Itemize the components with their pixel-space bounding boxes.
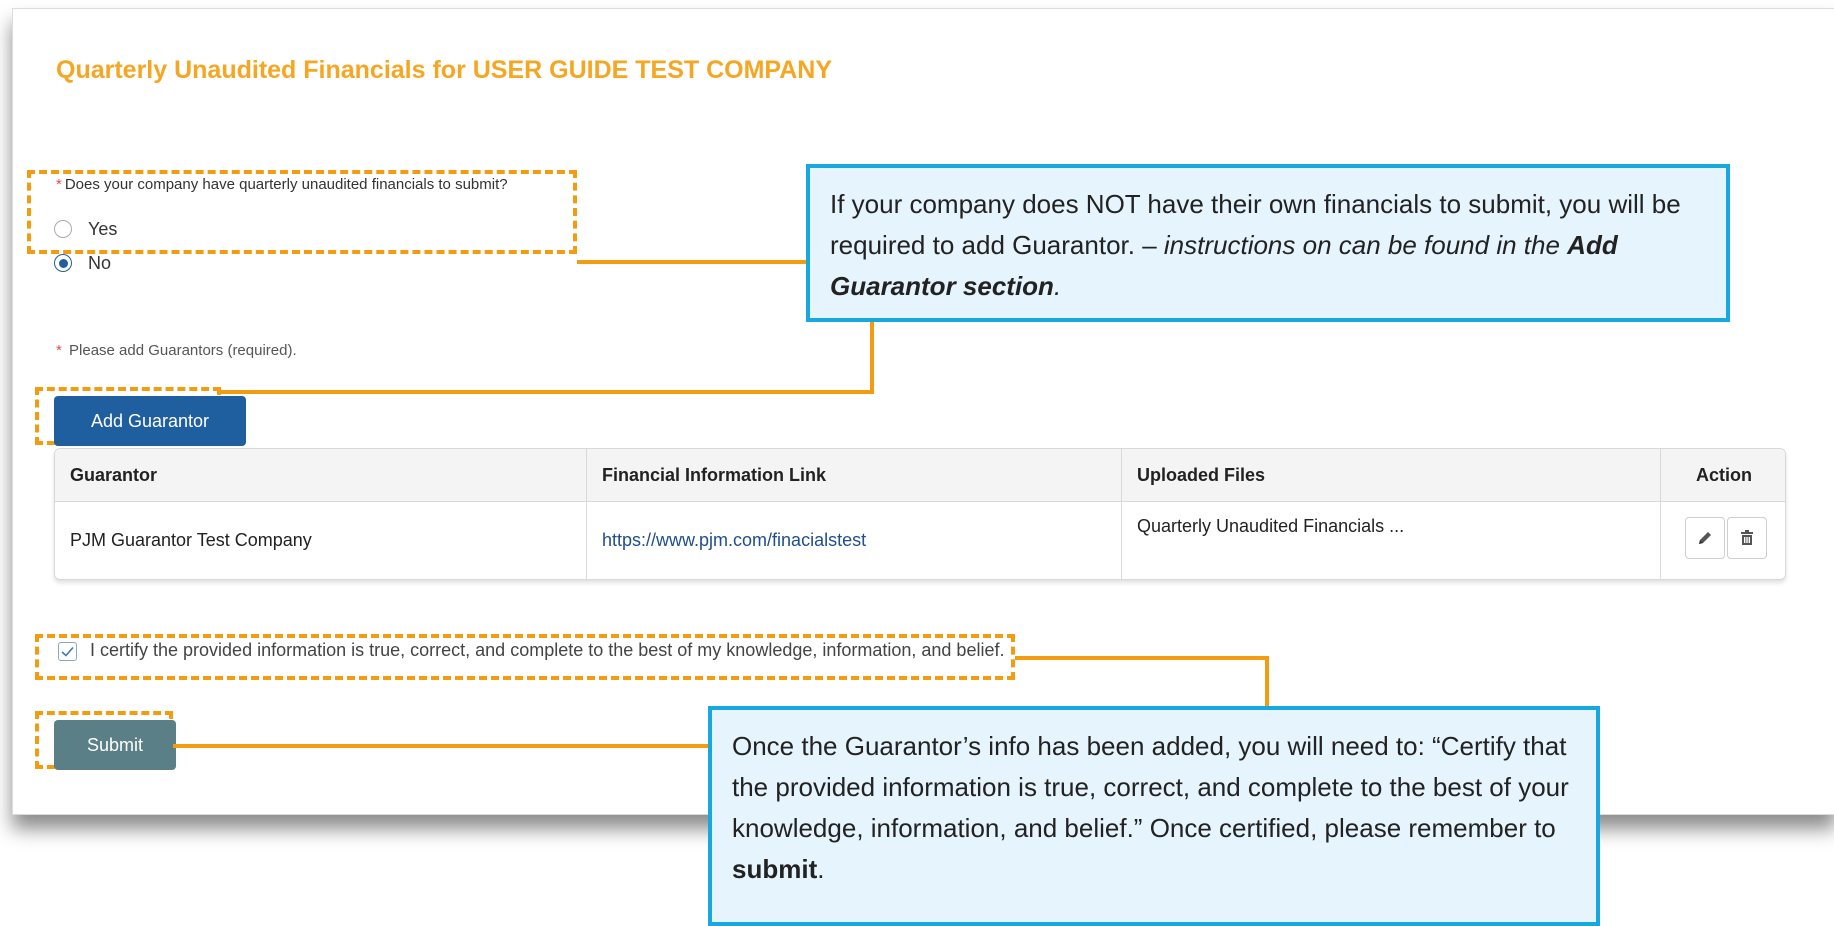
callout-italic-text: instructions on can be found in the	[1163, 230, 1568, 260]
guarantor-required-note: * Please add Guarantors (required).	[56, 342, 297, 359]
pencil-icon	[1699, 532, 1711, 544]
callout-add-guarantor: If your company does NOT have their own …	[806, 164, 1730, 322]
required-mark: *	[56, 342, 62, 359]
add-guarantor-button[interactable]: Add Guarantor	[54, 396, 246, 446]
certify-checkbox[interactable]	[58, 642, 77, 661]
table-header	[55, 449, 1785, 502]
guarantor-required-text: Please add Guarantors (required).	[69, 342, 297, 359]
radio-yes-label: Yes	[88, 218, 118, 239]
form-panel	[12, 8, 1834, 815]
financials-question: * Does your company have quarterly unaudi…	[56, 176, 508, 193]
connector-line	[221, 390, 873, 394]
column-header-guarantor: Guarantor	[70, 464, 158, 485]
column-header-action: Action	[1696, 464, 1752, 485]
radio-no[interactable]: No	[54, 250, 111, 276]
radio-selected-dot	[58, 258, 68, 268]
column-divider	[1121, 449, 1122, 579]
uploaded-file[interactable]: Quarterly Unaudited Financials ...	[1137, 511, 1404, 541]
trash-icon	[1741, 530, 1753, 545]
radio-no-circle[interactable]	[54, 254, 72, 272]
certify-label[interactable]: I certify the provided information is tr…	[90, 640, 1004, 661]
column-divider	[586, 449, 587, 579]
radio-no-label: No	[88, 252, 112, 273]
question-label: Does your company have quarterly unaudit…	[64, 176, 508, 193]
connector-line	[1265, 656, 1269, 710]
required-mark: *	[56, 176, 62, 193]
radio-yes-circle[interactable]	[54, 220, 72, 238]
delete-button[interactable]	[1727, 517, 1767, 559]
connector-line	[173, 744, 711, 748]
edit-button[interactable]	[1685, 517, 1725, 559]
table-row-guarantor: PJM Guarantor Test Company	[70, 529, 312, 550]
connector-line	[1015, 656, 1269, 660]
page-title: Quarterly Unaudited Financials for USER …	[56, 56, 833, 84]
connector-line	[577, 260, 810, 264]
connector-line	[870, 320, 874, 394]
submit-button[interactable]: Submit	[54, 720, 176, 770]
radio-yes[interactable]: Yes	[54, 216, 117, 242]
guarantor-table: Guarantor Financial Information Link Upl…	[54, 448, 1786, 580]
callout-bold-text: submit	[732, 854, 818, 884]
callout-certify-submit: Once the Guarantor’s info has been added…	[708, 706, 1600, 926]
callout-text: Once the Guarantor’s info has been added…	[732, 731, 1569, 843]
financial-info-link[interactable]: https://www.pjm.com/finacialstest	[602, 525, 866, 555]
column-header-files: Uploaded Files	[1137, 464, 1266, 485]
callout-end: .	[1053, 271, 1062, 301]
callout-end: .	[817, 854, 825, 884]
checkmark-icon	[61, 646, 74, 657]
column-header-link: Financial Information Link	[602, 464, 827, 485]
